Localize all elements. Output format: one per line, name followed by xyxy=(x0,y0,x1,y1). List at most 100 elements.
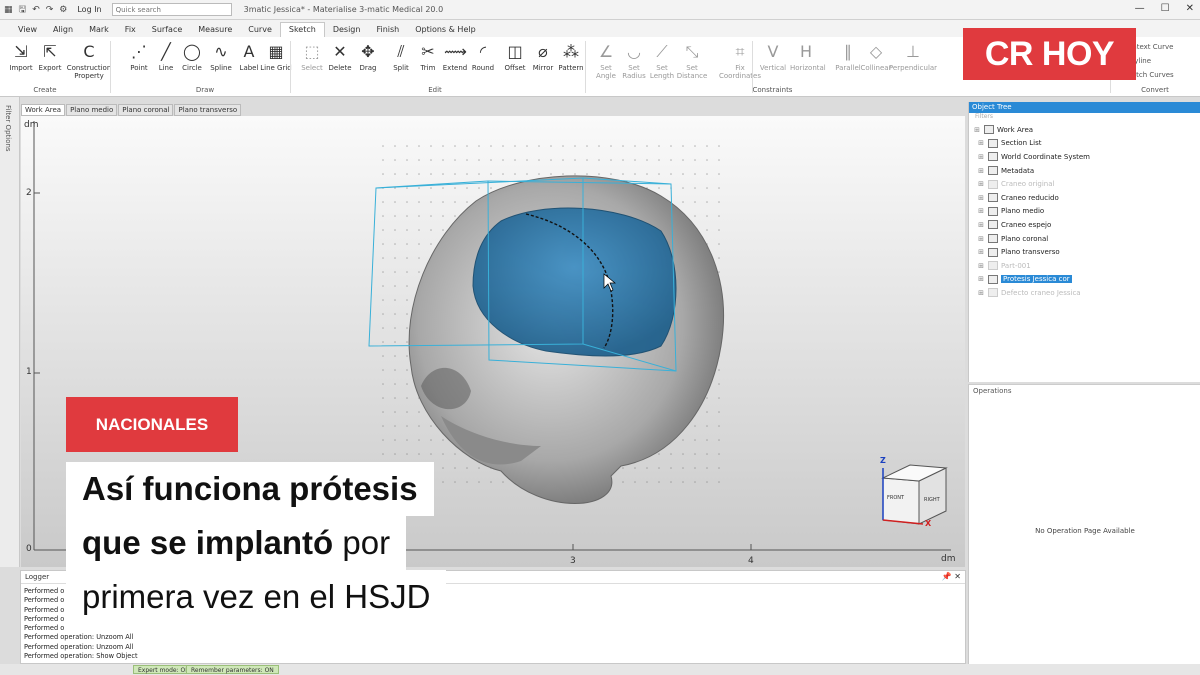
redo-icon[interactable]: ↷ xyxy=(46,5,54,15)
object-icon xyxy=(988,152,998,162)
horizontal-button[interactable]: H Horizontal xyxy=(790,41,826,73)
pattern-icon: ⁂ xyxy=(563,42,579,61)
line-grid-button[interactable]: ▦ Line Grid xyxy=(260,41,292,73)
operations-panel: Operations No Operation Page Available xyxy=(968,384,1200,665)
logger-controls: 📌 ✕ xyxy=(942,572,961,581)
menu-tab-finish[interactable]: Finish xyxy=(368,23,407,37)
undo-icon[interactable]: ↶ xyxy=(32,5,40,15)
quick-search-input[interactable] xyxy=(111,3,232,16)
expand-icon[interactable]: ⊞ xyxy=(977,194,985,202)
menu-tab-sketch[interactable]: Sketch xyxy=(279,22,325,37)
expand-icon[interactable]: ⊞ xyxy=(977,275,985,283)
perpendicular-icon: ⊥ xyxy=(906,42,920,61)
expand-icon[interactable]: ⊞ xyxy=(977,235,985,243)
menu-tab-options-help[interactable]: Options & Help xyxy=(407,23,483,37)
circle-button[interactable]: ◯ Circle xyxy=(176,41,208,73)
operations-empty-text: No Operation Page Available xyxy=(1035,527,1135,535)
maximize-icon[interactable]: ☐ xyxy=(1161,3,1170,14)
view-cube-front xyxy=(882,477,920,525)
tree-node[interactable]: ⊞ Craneo original xyxy=(969,177,1200,191)
expand-icon[interactable]: ⊞ xyxy=(977,207,985,215)
login-button[interactable]: Log In xyxy=(77,5,101,14)
tree-filter-input[interactable]: Filters xyxy=(969,113,1200,123)
viewport-tab-work-area[interactable]: Work Area xyxy=(21,104,66,116)
drag-button[interactable]: ✥ Drag xyxy=(352,41,384,73)
menu-tab-view[interactable]: View xyxy=(10,23,45,37)
vertical-button[interactable]: V Vertical xyxy=(757,41,789,73)
tree-node-label: Metadata xyxy=(1001,166,1035,175)
ribbon-button-label: Import xyxy=(9,64,33,72)
expand-icon[interactable]: ⊞ xyxy=(977,167,985,175)
expand-icon[interactable]: ⊞ xyxy=(977,180,985,188)
round-button[interactable]: ◜ Round xyxy=(467,41,499,73)
save-icon[interactable]: 🖫 xyxy=(19,2,27,18)
tree-node[interactable]: ⊞ Protesis Jessica cor xyxy=(969,273,1200,287)
expand-icon[interactable]: ⊞ xyxy=(977,153,985,161)
menu-tab-curve[interactable]: Curve xyxy=(240,23,280,37)
viewport-tab-plano-medio[interactable]: Plano medio xyxy=(66,104,118,116)
tree-node[interactable]: ⊞ Plano coronal xyxy=(969,232,1200,246)
remember-params-badge[interactable]: Remember parameters: ON xyxy=(186,665,279,674)
menu-tab-surface[interactable]: Surface xyxy=(144,23,190,37)
construction-property-button[interactable]: C Construction Property xyxy=(66,41,112,80)
expand-icon[interactable]: ⊞ xyxy=(977,139,985,147)
expand-icon[interactable]: ⊞ xyxy=(977,289,985,297)
menu-tab-mark[interactable]: Mark xyxy=(81,23,117,37)
tree-node[interactable]: ⊞ Defecto craneo Jessica xyxy=(969,286,1200,300)
filter-options-tab[interactable]: Filter Options xyxy=(4,105,12,152)
circle-icon: ◯ xyxy=(183,42,201,61)
close-icon[interactable]: ✕ xyxy=(954,572,961,581)
export-button[interactable]: ⇱ Export xyxy=(34,41,66,73)
view-cube-right-label[interactable]: RIGHT xyxy=(924,497,940,503)
viewport-tab-plano-transverso[interactable]: Plano transverso xyxy=(174,104,242,116)
y-tick-label: 0 xyxy=(26,544,32,554)
ribbon-button-label: Line xyxy=(158,64,174,72)
tree-node[interactable]: ⊞ Craneo reducido xyxy=(969,191,1200,205)
expand-icon[interactable]: ⊞ xyxy=(977,248,985,256)
close-icon[interactable]: ✕ xyxy=(1186,3,1194,14)
expand-icon[interactable]: ⊞ xyxy=(973,126,981,134)
ribbon-button-label: Round xyxy=(471,64,495,72)
object-icon xyxy=(984,125,994,135)
tree-node[interactable]: ⊞ Work Area xyxy=(969,123,1200,137)
object-icon xyxy=(988,274,998,284)
view-cube-front-label[interactable]: FRONT xyxy=(887,495,904,501)
tree-node[interactable]: ⊞ Craneo espejo xyxy=(969,218,1200,232)
pin-icon[interactable]: 📌 xyxy=(942,572,952,581)
minimize-icon[interactable]: — xyxy=(1135,3,1145,14)
point-icon: ⋰ xyxy=(131,42,147,61)
ribbon-button-label: Select xyxy=(301,64,323,72)
expand-icon[interactable]: ⊞ xyxy=(977,221,985,229)
viewport-tab-plano-coronal[interactable]: Plano coronal xyxy=(118,104,174,116)
perpendicular-button[interactable]: ⊥ Perpendicular xyxy=(888,41,938,73)
tree-node[interactable]: ⊞ Plano medio xyxy=(969,205,1200,219)
tree-node-label: Plano coronal xyxy=(1001,234,1049,243)
tree-node[interactable]: ⊞ Plano transverso xyxy=(969,245,1200,259)
tree-node[interactable]: ⊞ Section List xyxy=(969,137,1200,151)
set-distance-button[interactable]: ⤡ Set Distance xyxy=(676,41,708,80)
menu-tab-design[interactable]: Design xyxy=(325,23,369,37)
tree-node[interactable]: ⊞ World Coordinate System xyxy=(969,150,1200,164)
radius-icon: ◡ xyxy=(627,42,641,61)
app-menu-icon[interactable]: ▦ xyxy=(4,5,13,15)
set-length-button[interactable]: ⟋ Set Length xyxy=(646,41,678,80)
settings-icon[interactable]: ⚙ xyxy=(59,5,67,15)
ribbon-button-label: Collinear xyxy=(860,64,892,72)
headline-text: primera vez en el HSJD xyxy=(82,578,431,615)
object-icon xyxy=(988,261,998,271)
fix-coordinates-icon: ⌗ xyxy=(735,42,745,61)
menu-tab-align[interactable]: Align xyxy=(45,23,81,37)
pattern-button[interactable]: ⁂ Pattern xyxy=(555,41,587,73)
import-button[interactable]: ⇲ Import xyxy=(5,41,37,73)
menu-tab-fix[interactable]: Fix xyxy=(117,23,144,37)
status-bar: Expert mode: ON Remember parameters: ON xyxy=(0,664,1200,675)
y-tick-label: 2 xyxy=(26,188,32,198)
tree-node[interactable]: ⊞ Metadata xyxy=(969,164,1200,178)
x-axis-unit: dm xyxy=(941,554,956,564)
tree-node[interactable]: ⊞ Part-001 xyxy=(969,259,1200,273)
expand-icon[interactable]: ⊞ xyxy=(977,262,985,270)
tree-node-label: Protesis Jessica cor xyxy=(1001,275,1072,284)
menu-tab-measure[interactable]: Measure xyxy=(190,23,240,37)
ribbon-button-label: Mirror xyxy=(532,64,554,72)
ribbon-button-label: Extend xyxy=(442,64,468,72)
